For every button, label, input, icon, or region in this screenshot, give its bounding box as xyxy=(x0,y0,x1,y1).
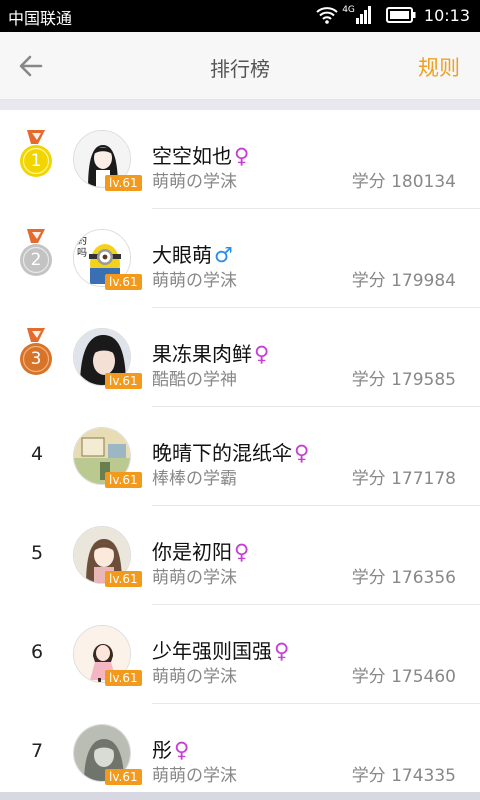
rank-number: 7 xyxy=(30,740,44,762)
user-title: 萌萌の学沫 xyxy=(152,271,237,291)
female-gender-icon: ♀ xyxy=(174,738,190,762)
gold-medal-icon: 1 xyxy=(18,128,58,180)
user-title: 萌萌の学沫 xyxy=(152,568,237,588)
avatar[interactable]: lv.61 xyxy=(73,724,142,786)
rank-number: 4 xyxy=(30,443,44,465)
svg-text:約: 約 xyxy=(77,234,87,247)
score-label: 学分 176356 xyxy=(351,568,456,588)
carrier-label: 中国联通 xyxy=(8,9,73,28)
avatar[interactable]: lv.61 xyxy=(73,130,142,192)
bronze-medal-icon: 3 xyxy=(18,326,58,378)
avatar[interactable]: lv.61 xyxy=(73,625,142,687)
user-name-text: 空空如也 xyxy=(152,144,232,168)
user-name-text: 果冻果肉鲜 xyxy=(152,342,252,366)
female-gender-icon: ♀ xyxy=(254,342,270,366)
female-gender-icon: ♀ xyxy=(234,540,250,564)
network-type-label: 4G xyxy=(342,5,355,15)
score-label: 学分 174335 xyxy=(351,766,456,786)
user-title: 棒棒の学霸 xyxy=(152,469,237,489)
score-label: 学分 179585 xyxy=(351,370,456,390)
user-name-text: 大眼萌 xyxy=(152,243,212,267)
score-label: 学分 175460 xyxy=(351,667,456,687)
section-gap xyxy=(0,100,480,110)
level-badge: lv.61 xyxy=(105,472,142,488)
ranking-row[interactable]: 2 約 吗 lv.61 大眼萌♂ 萌萌の学沫 学分 179984 xyxy=(0,209,480,308)
avatar[interactable]: lv.61 xyxy=(73,526,142,588)
ranking-row[interactable]: 4 lv.61 晚晴下的混纸伞♀ 棒棒の学霸 学分 177178 xyxy=(0,407,480,506)
user-title: 萌萌の学沫 xyxy=(152,766,237,786)
female-gender-icon: ♀ xyxy=(294,441,310,465)
status-icons: 4G 10:13 xyxy=(315,5,470,25)
level-badge: lv.61 xyxy=(105,175,142,191)
status-bar: 中国联通 4G 10:13 xyxy=(0,0,480,32)
ranking-row[interactable]: 3 lv.61 果冻果肉鲜♀ 酷酷の学神 学分 179585 xyxy=(0,308,480,407)
user-name: 空空如也♀ xyxy=(152,140,249,169)
user-name-text: 彤 xyxy=(152,738,172,762)
silver-medal-icon: 2 xyxy=(18,227,58,279)
score-label: 学分 177178 xyxy=(351,469,456,489)
ranking-row[interactable]: 6 lv.61 少年强则国强♀ 萌萌の学沫 学分 175460 xyxy=(0,605,480,704)
clock: 10:13 xyxy=(423,5,470,25)
level-badge: lv.61 xyxy=(105,670,142,686)
avatar[interactable]: 約 吗 lv.61 xyxy=(73,229,142,291)
rank-number: 6 xyxy=(30,641,44,663)
svg-text:吗: 吗 xyxy=(77,247,87,259)
level-badge: lv.61 xyxy=(105,373,142,389)
rank-number: 1 xyxy=(30,151,42,171)
wifi-icon xyxy=(315,5,339,25)
user-name: 少年强则国强♀ xyxy=(152,635,289,664)
user-name: 大眼萌♂ xyxy=(152,239,233,268)
user-name-text: 晚晴下的混纸伞 xyxy=(152,441,292,465)
ranking-list: 1 lv.61 空空如也♀ 萌萌の学沫 学分 180134 2 約 吗 lv.6… xyxy=(0,110,480,792)
rules-button[interactable]: 规则 xyxy=(418,52,460,82)
ranking-row[interactable]: 5 lv.61 你是初阳♀ 萌萌の学沫 学分 176356 xyxy=(0,506,480,605)
user-name: 彤♀ xyxy=(152,734,189,763)
user-name: 你是初阳♀ xyxy=(152,536,249,565)
rank-number: 3 xyxy=(30,349,42,369)
female-gender-icon: ♀ xyxy=(234,144,250,168)
user-title: 酷酷の学神 xyxy=(152,370,237,390)
level-badge: lv.61 xyxy=(105,571,142,587)
ranking-row[interactable]: 7 lv.61 彤♀ 萌萌の学沫 学分 174335 xyxy=(0,704,480,792)
bottom-edge xyxy=(0,792,480,800)
user-name-text: 少年强则国强 xyxy=(152,639,272,663)
level-badge: lv.61 xyxy=(105,769,142,785)
score-label: 学分 179984 xyxy=(351,271,456,291)
battery-icon xyxy=(385,7,416,23)
user-name: 果冻果肉鲜♀ xyxy=(152,338,269,367)
signal-icon xyxy=(355,6,372,24)
user-name-text: 你是初阳 xyxy=(152,540,232,564)
score-label: 学分 180134 xyxy=(351,172,456,192)
user-title: 萌萌の学沫 xyxy=(152,667,237,687)
user-title: 萌萌の学沫 xyxy=(152,172,237,192)
navigation-bar: 排行榜 规则 xyxy=(0,32,480,100)
level-badge: lv.61 xyxy=(105,274,142,290)
avatar[interactable]: lv.61 xyxy=(73,328,142,390)
male-gender-icon: ♂ xyxy=(214,243,233,267)
female-gender-icon: ♀ xyxy=(274,639,290,663)
user-name: 晚晴下的混纸伞♀ xyxy=(152,437,309,466)
ranking-row[interactable]: 1 lv.61 空空如也♀ 萌萌の学沫 学分 180134 xyxy=(0,110,480,209)
avatar[interactable]: lv.61 xyxy=(73,427,142,489)
page-title: 排行榜 xyxy=(210,57,270,81)
rank-number: 5 xyxy=(30,542,44,564)
rank-number: 2 xyxy=(30,250,42,270)
